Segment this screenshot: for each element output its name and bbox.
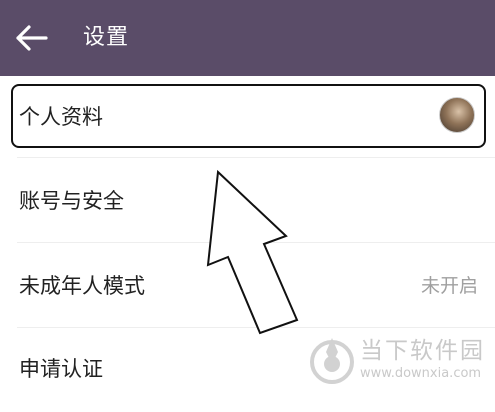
watermark-url: www.downxia.com [360, 366, 482, 381]
settings-item-label: 账号与安全 [19, 189, 124, 213]
settings-item-label: 未成年人模式 [19, 274, 145, 298]
highlight-box [11, 84, 486, 148]
watermark: 当下软件园 www.downxia.com [306, 334, 491, 394]
downxia-logo-icon [310, 338, 354, 384]
settings-item-account-security[interactable]: 账号与安全 [0, 158, 495, 242]
settings-item-value: 未开启 [420, 275, 478, 297]
arrow-left-icon[interactable] [14, 22, 50, 54]
app-header: 设置 [0, 0, 495, 76]
settings-item-minor-mode[interactable]: 未成年人模式 未开启 [0, 243, 495, 327]
settings-item-label: 申请认证 [19, 357, 103, 381]
page-title: 设置 [83, 25, 130, 50]
watermark-name: 当下软件园 [360, 338, 485, 364]
